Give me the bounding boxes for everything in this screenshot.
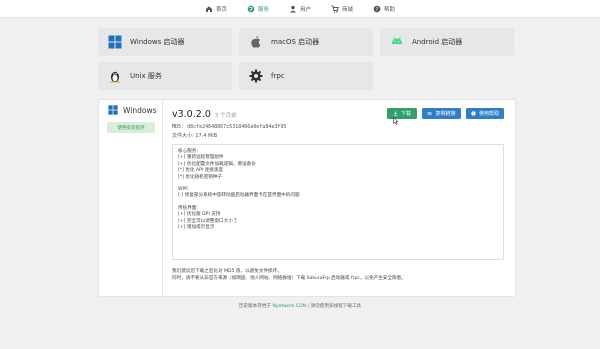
link-icon	[427, 112, 433, 115]
nav-shop[interactable]: 商城	[328, 0, 356, 18]
svg-text:?: ?	[473, 112, 475, 116]
file-size: 文件大小: 17.4 MiB	[172, 133, 218, 139]
globe-icon	[247, 5, 255, 12]
nav-shop-label: 商城	[342, 6, 354, 13]
windows-icon	[108, 105, 118, 115]
usage-help-label: 使用帮助	[478, 111, 499, 117]
home-icon	[205, 5, 212, 12]
copy-link-button[interactable]: 复制链接	[422, 108, 461, 119]
download-panel: Windows 使用安装程序 v3.0.2.0 3 个月前 MD5: d8cfe2…	[98, 99, 516, 297]
platform-card-android[interactable]: Android 启动器	[380, 28, 514, 56]
os-name: Windows	[123, 105, 157, 115]
gear-icon	[249, 69, 263, 83]
nav-help[interactable]: ? 帮助	[370, 0, 398, 18]
question-icon: ?	[471, 111, 476, 116]
platform-label: Windows 启动器	[130, 38, 185, 46]
footer-separator: |	[307, 304, 310, 309]
android-icon	[392, 36, 402, 44]
download-button[interactable]: 下载	[387, 108, 417, 119]
windows-icon	[108, 35, 122, 49]
apple-icon	[251, 35, 261, 48]
security-notice: 我们建议您下载之后比对 MD5 值，以避免文件损坏。 同时，请不要从非官方来源（…	[172, 269, 406, 282]
nav-services[interactable]: 服务	[244, 0, 272, 18]
svg-text:?: ?	[376, 6, 379, 12]
footer-note: 请勿使用多线程下载工具	[310, 304, 362, 309]
download-label: 下载	[400, 111, 411, 117]
platform-label: Android 启动器	[412, 38, 463, 46]
copy-link-label: 复制链接	[435, 111, 456, 117]
footer: 历史版本存档于 Nyatwork CDN | 请勿使用多线程下载工具	[0, 303, 600, 309]
help-icon: ?	[373, 5, 381, 12]
version-number: v3.0.2.0	[172, 109, 211, 120]
nav-user-label: 用户	[299, 6, 311, 13]
use-installer-button[interactable]: 使用安装程序	[107, 122, 155, 133]
nav-user[interactable]: 用户	[286, 0, 314, 18]
release-notes: 核心服务: [+] 重新远程管理组件 [+] 优化配置文件加载逻辑，增设备份 […	[172, 144, 504, 260]
note-line: [+] 增加提示显示	[178, 225, 215, 231]
linux-icon	[110, 71, 120, 83]
os-heading: Windows	[108, 105, 156, 115]
release-age: 3 个月前	[214, 113, 237, 119]
version-heading: v3.0.2.0 3 个月前	[172, 109, 237, 120]
cart-icon	[331, 5, 339, 13]
platform-card-windows[interactable]: Windows 启动器	[98, 28, 232, 56]
os-sidebar: Windows 使用安装程序	[99, 100, 163, 296]
platform-card-unix[interactable]: Unix 服务	[98, 62, 232, 90]
platform-label: macOS 启动器	[271, 38, 320, 46]
platform-label: Unix 服务	[130, 72, 162, 80]
user-icon	[289, 5, 296, 12]
nav-home[interactable]: 首页	[202, 0, 230, 18]
nav-help-label: 帮助	[384, 6, 396, 13]
platform-label: frpc	[271, 72, 285, 80]
cdn-link[interactable]: Nyatwork CDN	[273, 304, 307, 309]
notice-md5: 我们建议您下载之后比对 MD5 值，以避免文件损坏。	[172, 269, 282, 274]
top-nav: 首页 服务 用户 商城 ? 帮助	[0, 0, 600, 18]
platform-card-frpc[interactable]: frpc	[239, 62, 373, 90]
md5-hash: MD5: d8cfe24648867c5318466a9efa84e3f95	[172, 124, 287, 130]
nav-services-label: 服务	[257, 6, 269, 13]
nav-home-label: 首页	[215, 6, 227, 13]
notice-official-source: 同时，请不要从非官方来源（如网盘、他人网站、网络群组）下载 SakuraFrp …	[172, 275, 406, 281]
footer-prefix: 历史版本存档于	[238, 304, 272, 309]
platform-card-macos[interactable]: macOS 启动器	[239, 28, 373, 56]
usage-help-button[interactable]: ? 使用帮助	[466, 108, 504, 119]
download-icon	[393, 111, 398, 116]
mouse-cursor-icon	[393, 117, 399, 125]
